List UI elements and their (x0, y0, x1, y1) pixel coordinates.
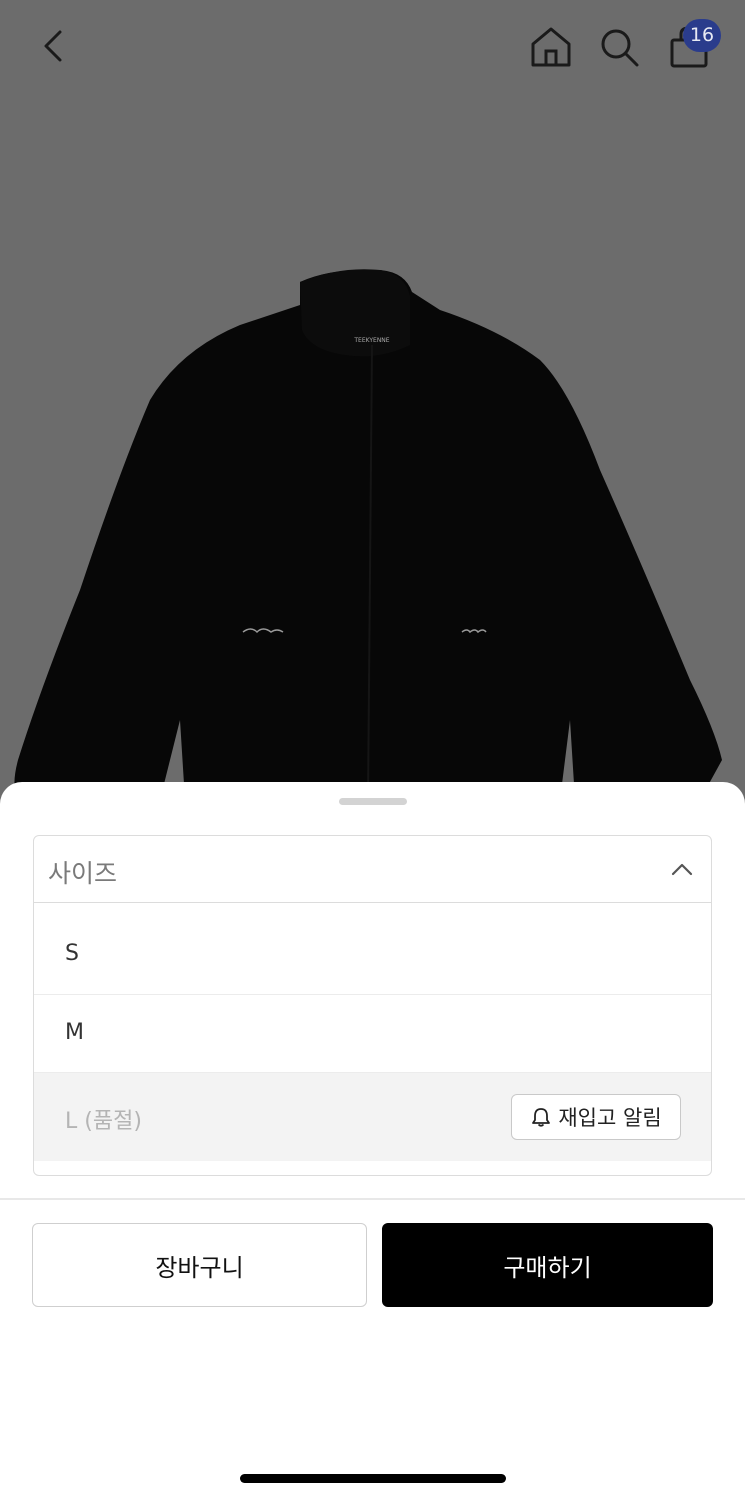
back-arrow-icon[interactable] (34, 26, 74, 66)
product-image-area: TEEKYENNE (0, 0, 745, 800)
add-to-cart-label: 장바구니 (155, 1253, 244, 1282)
search-icon[interactable] (596, 24, 642, 70)
size-option-label: L (품절) (65, 1109, 142, 1134)
top-navigation-bar: 16 (0, 0, 745, 95)
size-select-label: 사이즈 (48, 859, 118, 888)
add-to-cart-button[interactable]: 장바구니 (32, 1223, 367, 1307)
size-option-label: S (65, 941, 79, 966)
size-option-s[interactable]: S (34, 903, 711, 995)
buy-now-label: 구매하기 (503, 1253, 592, 1282)
size-select[interactable]: 사이즈 S M L (품절) 재입고 알림 (33, 835, 712, 1176)
product-image: TEEKYENNE (14, 269, 722, 800)
restock-alert-button[interactable]: 재입고 알림 (511, 1094, 681, 1140)
chevron-up-icon[interactable] (669, 856, 695, 882)
option-bottom-sheet: 사이즈 S M L (품절) 재입고 알림 장바구니 구매하기 (0, 782, 745, 1500)
size-select-header[interactable]: 사이즈 (34, 836, 711, 903)
buy-now-button[interactable]: 구매하기 (382, 1223, 713, 1307)
size-option-label: M (65, 1020, 84, 1045)
home-icon[interactable] (528, 24, 574, 70)
restock-alert-label: 재입고 알림 (558, 1106, 662, 1130)
sheet-divider (0, 1198, 745, 1200)
cart-count-badge: 16 (683, 19, 721, 52)
size-option-m[interactable]: M (34, 995, 711, 1073)
size-option-l-soldout: L (품절) 재입고 알림 (34, 1073, 711, 1161)
sheet-grabber-handle[interactable] (339, 798, 407, 805)
bell-icon (532, 1108, 551, 1127)
collar-label: TEEKYENNE (353, 337, 389, 344)
home-indicator (240, 1474, 506, 1483)
